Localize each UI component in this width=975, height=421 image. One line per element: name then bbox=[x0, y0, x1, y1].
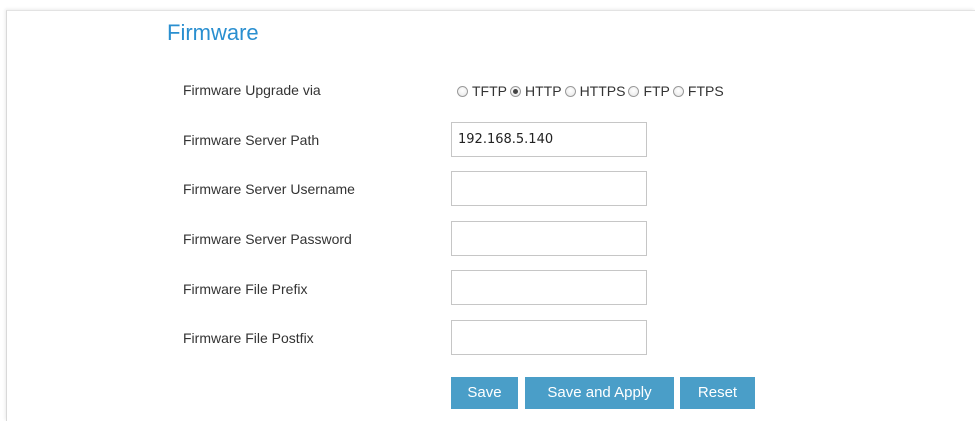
radio-label-tftp: TFTP bbox=[472, 83, 507, 99]
reset-button[interactable]: Reset bbox=[680, 377, 755, 409]
server-username-input[interactable] bbox=[451, 171, 647, 206]
file-postfix-label: Firmware File Postfix bbox=[183, 330, 314, 346]
radio-option-tftp[interactable]: TFTP bbox=[457, 83, 507, 99]
radio-https[interactable] bbox=[564, 85, 576, 97]
content-panel bbox=[6, 10, 975, 421]
save-button[interactable]: Save bbox=[451, 377, 518, 409]
server-password-label: Firmware Server Password bbox=[183, 231, 352, 247]
radio-http[interactable] bbox=[510, 85, 521, 97]
file-prefix-label: Firmware File Prefix bbox=[183, 281, 308, 297]
server-username-label: Firmware Server Username bbox=[183, 181, 355, 197]
save-and-apply-button[interactable]: Save and Apply bbox=[525, 377, 674, 409]
radio-option-http[interactable]: HTTP bbox=[510, 83, 562, 99]
file-prefix-input[interactable] bbox=[451, 270, 647, 305]
upgrade-via-label: Firmware Upgrade via bbox=[183, 82, 321, 98]
file-postfix-input[interactable] bbox=[451, 320, 647, 355]
radio-option-ftp[interactable]: FTP bbox=[628, 83, 670, 99]
server-password-input[interactable] bbox=[451, 221, 647, 256]
upgrade-via-radio-group: TFTP HTTP HTTPS FTP FTPS bbox=[457, 81, 727, 101]
radio-ftps[interactable] bbox=[672, 85, 684, 97]
radio-ftp[interactable] bbox=[628, 85, 640, 97]
server-path-label: Firmware Server Path bbox=[183, 132, 320, 148]
section-title: Firmware bbox=[167, 20, 259, 45]
radio-label-ftps: FTPS bbox=[687, 83, 724, 99]
radio-option-https[interactable]: HTTPS bbox=[564, 83, 626, 99]
radio-label-https: HTTPS bbox=[579, 83, 626, 99]
radio-label-http: HTTP bbox=[525, 83, 562, 99]
radio-option-ftps[interactable]: FTPS bbox=[672, 83, 724, 99]
radio-label-ftp: FTP bbox=[643, 83, 670, 99]
server-path-input[interactable] bbox=[451, 122, 647, 157]
radio-tftp[interactable] bbox=[457, 85, 468, 97]
